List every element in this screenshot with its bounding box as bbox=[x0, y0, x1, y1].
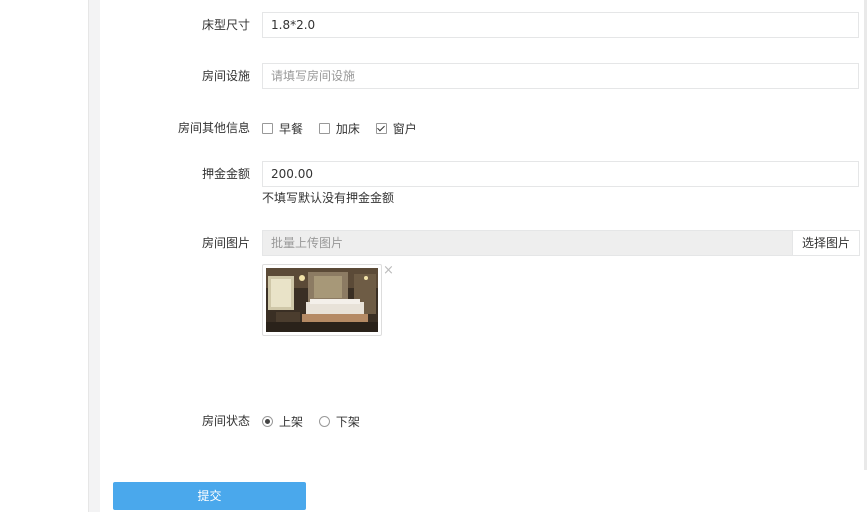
other-info-label: 房间其他信息 bbox=[177, 121, 250, 135]
facilities-input[interactable]: 请填写房间设施 bbox=[262, 63, 859, 89]
status-off-radio[interactable]: 下架 bbox=[318, 409, 360, 435]
deposit-input[interactable]: 200.00 bbox=[262, 161, 859, 187]
deposit-label: 押金金额 bbox=[201, 167, 250, 181]
app-window: 床型尺寸 1.8*2.0 房间设施 请填写房间设施 房间其他信息 早餐 加床 窗… bbox=[0, 0, 867, 512]
images-label: 房间图片 bbox=[201, 236, 250, 250]
room-form: 床型尺寸 1.8*2.0 房间设施 请填写房间设施 房间其他信息 早餐 加床 窗… bbox=[100, 0, 867, 512]
radio-icon[interactable] bbox=[318, 415, 330, 427]
submit-button[interactable]: 提交 bbox=[113, 482, 306, 510]
bed-size-input[interactable]: 1.8*2.0 bbox=[262, 12, 859, 38]
status-options: 上架 下架 bbox=[262, 408, 372, 435]
status-off-label: 下架 bbox=[335, 414, 360, 429]
hotel-room-photo-icon bbox=[266, 268, 378, 332]
window-label: 窗户 bbox=[392, 121, 417, 136]
choose-images-button[interactable]: 选择图片 bbox=[792, 230, 860, 256]
checkbox-icon[interactable] bbox=[318, 122, 330, 134]
room-image-thumbnail[interactable] bbox=[262, 264, 382, 336]
radio-checked-icon[interactable] bbox=[262, 415, 273, 427]
window-checkbox[interactable]: 窗户 bbox=[375, 116, 417, 142]
bed-size-label: 床型尺寸 bbox=[201, 18, 250, 32]
images-upload-input: 批量上传图片 bbox=[262, 230, 793, 256]
extra-bed-checkbox[interactable]: 加床 bbox=[318, 116, 360, 142]
breakfast-checkbox[interactable]: 早餐 bbox=[262, 116, 303, 142]
remove-image-close-icon[interactable]: × bbox=[383, 264, 394, 277]
extra-bed-label: 加床 bbox=[335, 121, 360, 136]
left-panel bbox=[0, 0, 89, 512]
status-label: 房间状态 bbox=[201, 414, 250, 428]
gutter bbox=[89, 0, 100, 512]
checkbox-checked-icon[interactable] bbox=[375, 122, 387, 134]
status-on-radio[interactable]: 上架 bbox=[262, 409, 303, 435]
deposit-help-text: 不填写默认没有押金金额 bbox=[262, 191, 395, 205]
checkbox-icon[interactable] bbox=[262, 122, 273, 134]
status-on-label: 上架 bbox=[279, 414, 304, 429]
other-info-options: 早餐 加床 窗户 bbox=[262, 115, 429, 142]
breakfast-label: 早餐 bbox=[279, 121, 304, 136]
facilities-label: 房间设施 bbox=[201, 69, 250, 83]
